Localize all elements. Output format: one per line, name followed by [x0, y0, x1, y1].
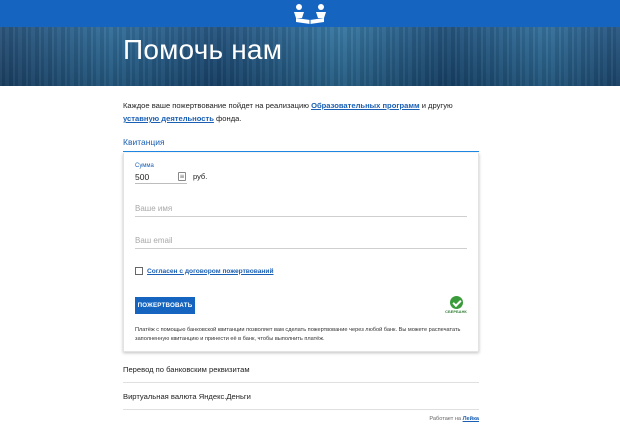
yandex-money-option[interactable]: Виртуальная валюта Яндекс.Деньги — [123, 384, 479, 410]
agreement-row: Согласен с договором пожертвований — [135, 267, 274, 275]
powered-by: Работает на Лейка — [429, 416, 479, 422]
intro-text: Каждое ваше пожертвование пойдет на реал… — [123, 101, 453, 123]
agreement-checkbox[interactable] — [135, 267, 143, 275]
sberbank-logo-text: СБЕРБАНК — [445, 310, 467, 314]
currency-label: руб. — [193, 172, 208, 181]
calculator-icon: ≡ — [178, 172, 186, 181]
page-title: Помочь нам — [123, 34, 283, 65]
agreement-link[interactable]: Согласен с договором пожертвований — [147, 268, 274, 275]
receipt-section-title[interactable]: Квитанция — [123, 137, 165, 147]
top-bar — [0, 0, 620, 27]
sum-label: Сумма — [135, 163, 154, 169]
receipt-form: Сумма ≡ руб. Согласен с договором пожерт… — [123, 153, 479, 352]
statutory-activity-link[interactable]: уставную деятельность — [123, 114, 214, 123]
sberbank-check-icon — [449, 296, 463, 309]
bank-transfer-label: Перевод по банковским реквизитам — [123, 365, 250, 374]
sberbank-logo: СБЕРБАНК — [443, 296, 469, 318]
receipt-note: Платёж с помощью банковской квитанции по… — [135, 327, 461, 342]
name-input[interactable] — [135, 201, 467, 217]
leyka-link[interactable]: Лейка — [463, 416, 479, 422]
hero-banner: Помочь нам — [0, 27, 620, 86]
email-input[interactable] — [135, 233, 467, 249]
donate-button[interactable]: ПОЖЕРТВОВАТЬ — [135, 297, 195, 314]
educational-programs-link[interactable]: Образовательных программ — [311, 101, 420, 110]
yandex-money-label: Виртуальная валюта Яндекс.Деньги — [123, 392, 251, 401]
bank-transfer-option[interactable]: Перевод по банковским реквизитам — [123, 357, 479, 383]
open-book-people-icon[interactable] — [290, 3, 330, 25]
section-divider — [123, 151, 479, 152]
